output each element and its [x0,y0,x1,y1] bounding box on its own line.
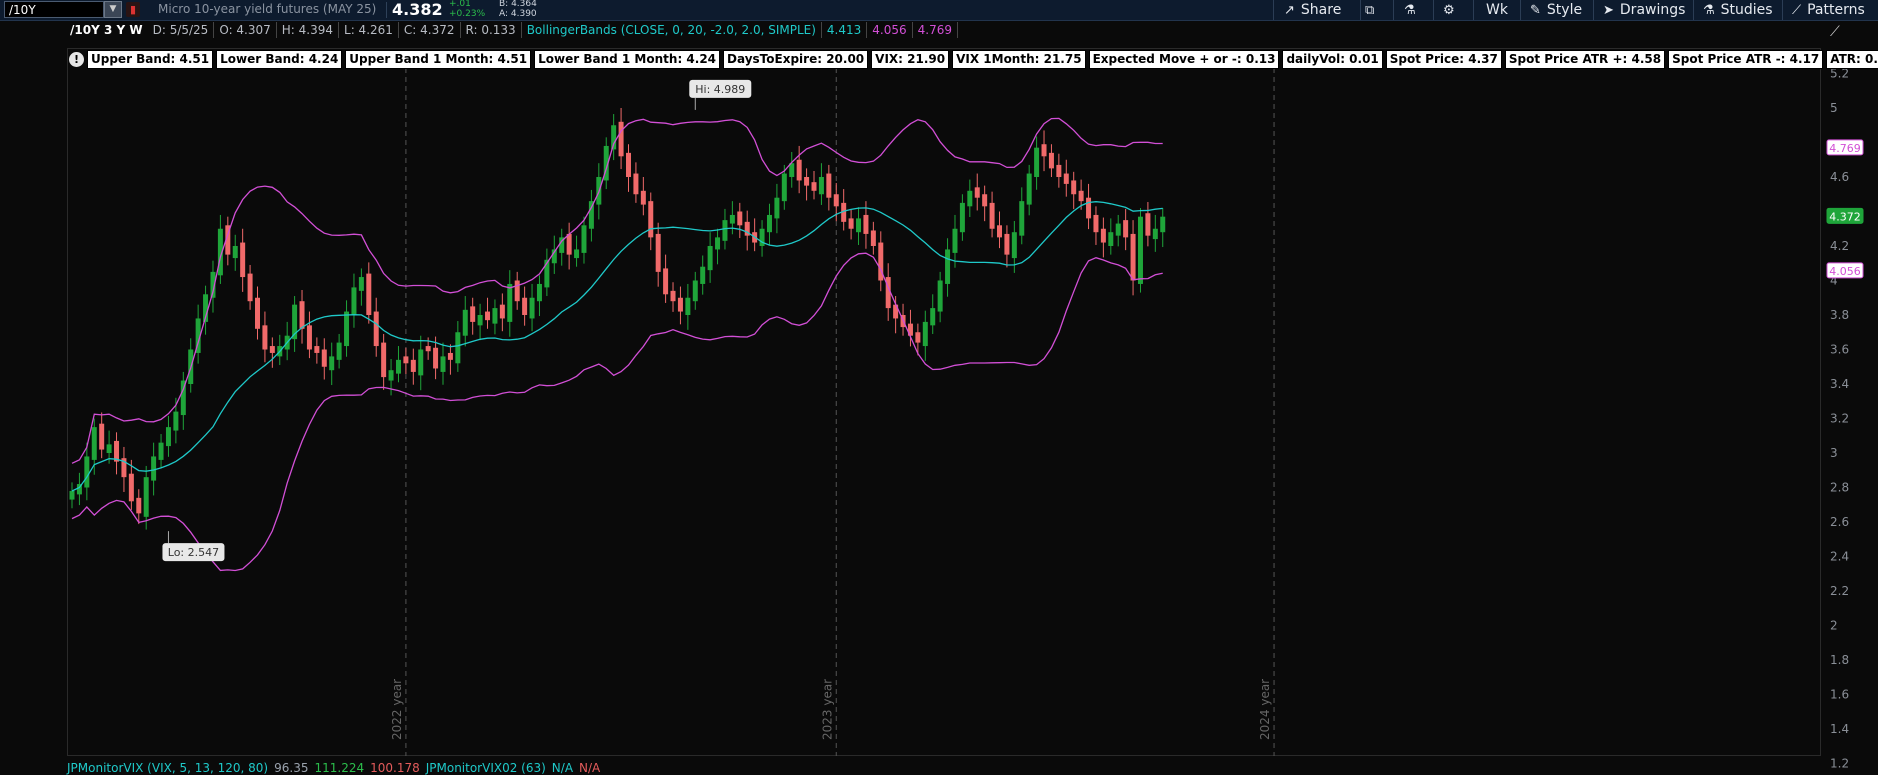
y-tick-label: 2.2 [1830,584,1849,598]
divider [386,2,387,18]
percent-change: +0.23% [449,9,486,19]
info-label: Spot Price: 4.37 [1385,50,1502,69]
bar-range: R: 0.133 [461,22,522,38]
y-tick-label: 5 [1830,101,1838,115]
info-label: Upper Band 1 Month: 4.51 [345,50,532,69]
bar-open: O: 4.307 [214,22,277,38]
chart-title: /10Y 3 Y W [70,23,143,37]
snapshot-icon: ⧉ [1365,3,1375,18]
info-label: VIX 1Month: 21.75 [952,50,1086,69]
studies-button[interactable]: ⚗ Studies [1703,1,1773,19]
y-tick-label: 4 [1830,274,1838,288]
drawing-tool-icon[interactable]: ⟋ [1830,24,1852,44]
flag-icon[interactable]: ▮ [126,2,140,17]
bar-date: D: 5/5/25 [148,22,215,38]
study-value-mid: 4.413 [822,22,868,38]
y-tick-label: 2.6 [1830,515,1849,529]
flask-icon: ⚗ [1404,3,1416,18]
period-label: Wk [1486,2,1508,18]
divider [1433,0,1434,20]
info-label: Spot Price ATR -: 4.17 [1668,50,1824,69]
study-value-upper: 4.769 [913,22,958,38]
ohlc-readout: /10Y 3 Y W D: 5/5/25 O: 4.307 H: 4.394 L: 4.… [67,22,958,40]
price-tag [1826,207,1864,224]
style-label: Style [1546,2,1583,18]
y-tick-label: 1.6 [1830,688,1849,702]
divider [1782,0,1783,20]
divider [1473,0,1474,20]
symbol-dropdown-icon[interactable]: ▼ [104,1,122,18]
info-label: Upper Band: 4.51 [87,50,214,69]
y-tick-label: 2.8 [1830,481,1849,495]
divider [1360,0,1361,20]
y-tick-label: 3.8 [1830,308,1849,322]
y-tick-label: 1.2 [1830,757,1849,771]
price-tag [1826,262,1864,279]
drawings-label: Drawings [1619,2,1686,18]
price-tag [1826,139,1864,156]
bar-low: L: 4.261 [339,22,399,38]
divider [1273,0,1274,20]
divider [1393,0,1394,20]
y-tick-label: 4.6 [1830,170,1849,184]
divider [1693,0,1694,20]
y-tick-label: 1.8 [1830,653,1849,667]
bid-price: B: 4.364 [499,0,537,9]
drawings-button[interactable]: ➤ Drawings [1603,1,1685,19]
last-price: 4.382 [392,0,443,19]
price-tag-label: 4.056 [1829,265,1861,278]
flask-button[interactable]: ⚗ [1404,1,1422,19]
study-value-lower: 4.056 [867,22,913,38]
instrument-description: Micro 10-year yield futures (MAY 25) [158,2,377,16]
y-tick-label: 3.6 [1830,343,1849,357]
settings-button[interactable]: ⚙ [1443,1,1461,19]
gear-icon: ⚙ [1443,3,1455,18]
price-tag-label: 4.769 [1829,142,1861,155]
share-icon: ↗ [1284,3,1295,18]
y-tick-label: 3.2 [1830,412,1849,426]
patterns-button[interactable]: ⟋ Patterns [1792,1,1865,19]
study-info-labels: ! Upper Band: 4.51 Lower Band: 4.24 Upper B… [69,49,1878,69]
bar-close: C: 4.372 [399,22,461,38]
period-button[interactable]: Wk [1486,1,1508,19]
info-label: Expected Move + or -: 0.13 [1088,50,1280,69]
y-tick-label: 2.4 [1830,550,1849,564]
info-label: Lower Band: 4.24 [216,50,343,69]
share-label: Share [1300,2,1342,18]
y-tick-label: 2 [1830,619,1838,633]
ask-price: A: 4.390 [499,9,537,19]
info-label: Spot Price ATR +: 4.58 [1504,50,1666,69]
divider [1520,0,1521,20]
info-label: ATR: 0.20 [1826,50,1878,69]
chart-frame [67,48,1821,756]
symbol-input[interactable]: /10Y [4,1,104,18]
divider [1593,0,1594,20]
warning-icon[interactable]: ! [69,52,84,67]
studies-label: Studies [1720,2,1773,18]
style-button[interactable]: ✎ Style [1530,1,1582,19]
snapshot-button[interactable]: ⧉ [1365,1,1380,19]
bar-high: H: 4.394 [277,22,340,38]
y-tick-label: 3.4 [1830,377,1849,391]
info-label: dailyVol: 0.01 [1282,50,1383,69]
study-label[interactable]: BollingerBands (CLOSE, 0, 20, -2.0, 2.0,… [522,22,822,38]
y-tick-label: 1.4 [1830,722,1849,736]
info-label: VIX: 21.90 [871,50,950,69]
style-icon: ✎ [1530,3,1541,18]
share-button[interactable]: ↗ Share [1284,1,1341,19]
info-label: Lower Band 1 Month: 4.24 [534,50,721,69]
net-change: +.01 [449,0,471,9]
price-tag-label: 4.372 [1829,210,1861,223]
patterns-label: Patterns [1807,2,1865,18]
top-toolbar: /10Y ▼ ▮ Micro 10-year yield futures (MA… [0,0,1878,21]
info-label: DaysToExpire: 20.00 [723,50,869,69]
flask-icon: ⚗ [1703,3,1715,18]
y-tick-label: 4.2 [1830,239,1849,253]
cursor-icon: ➤ [1603,3,1614,18]
y-tick-label: 3 [1830,446,1838,460]
patterns-icon: ⟋ [1792,3,1802,18]
